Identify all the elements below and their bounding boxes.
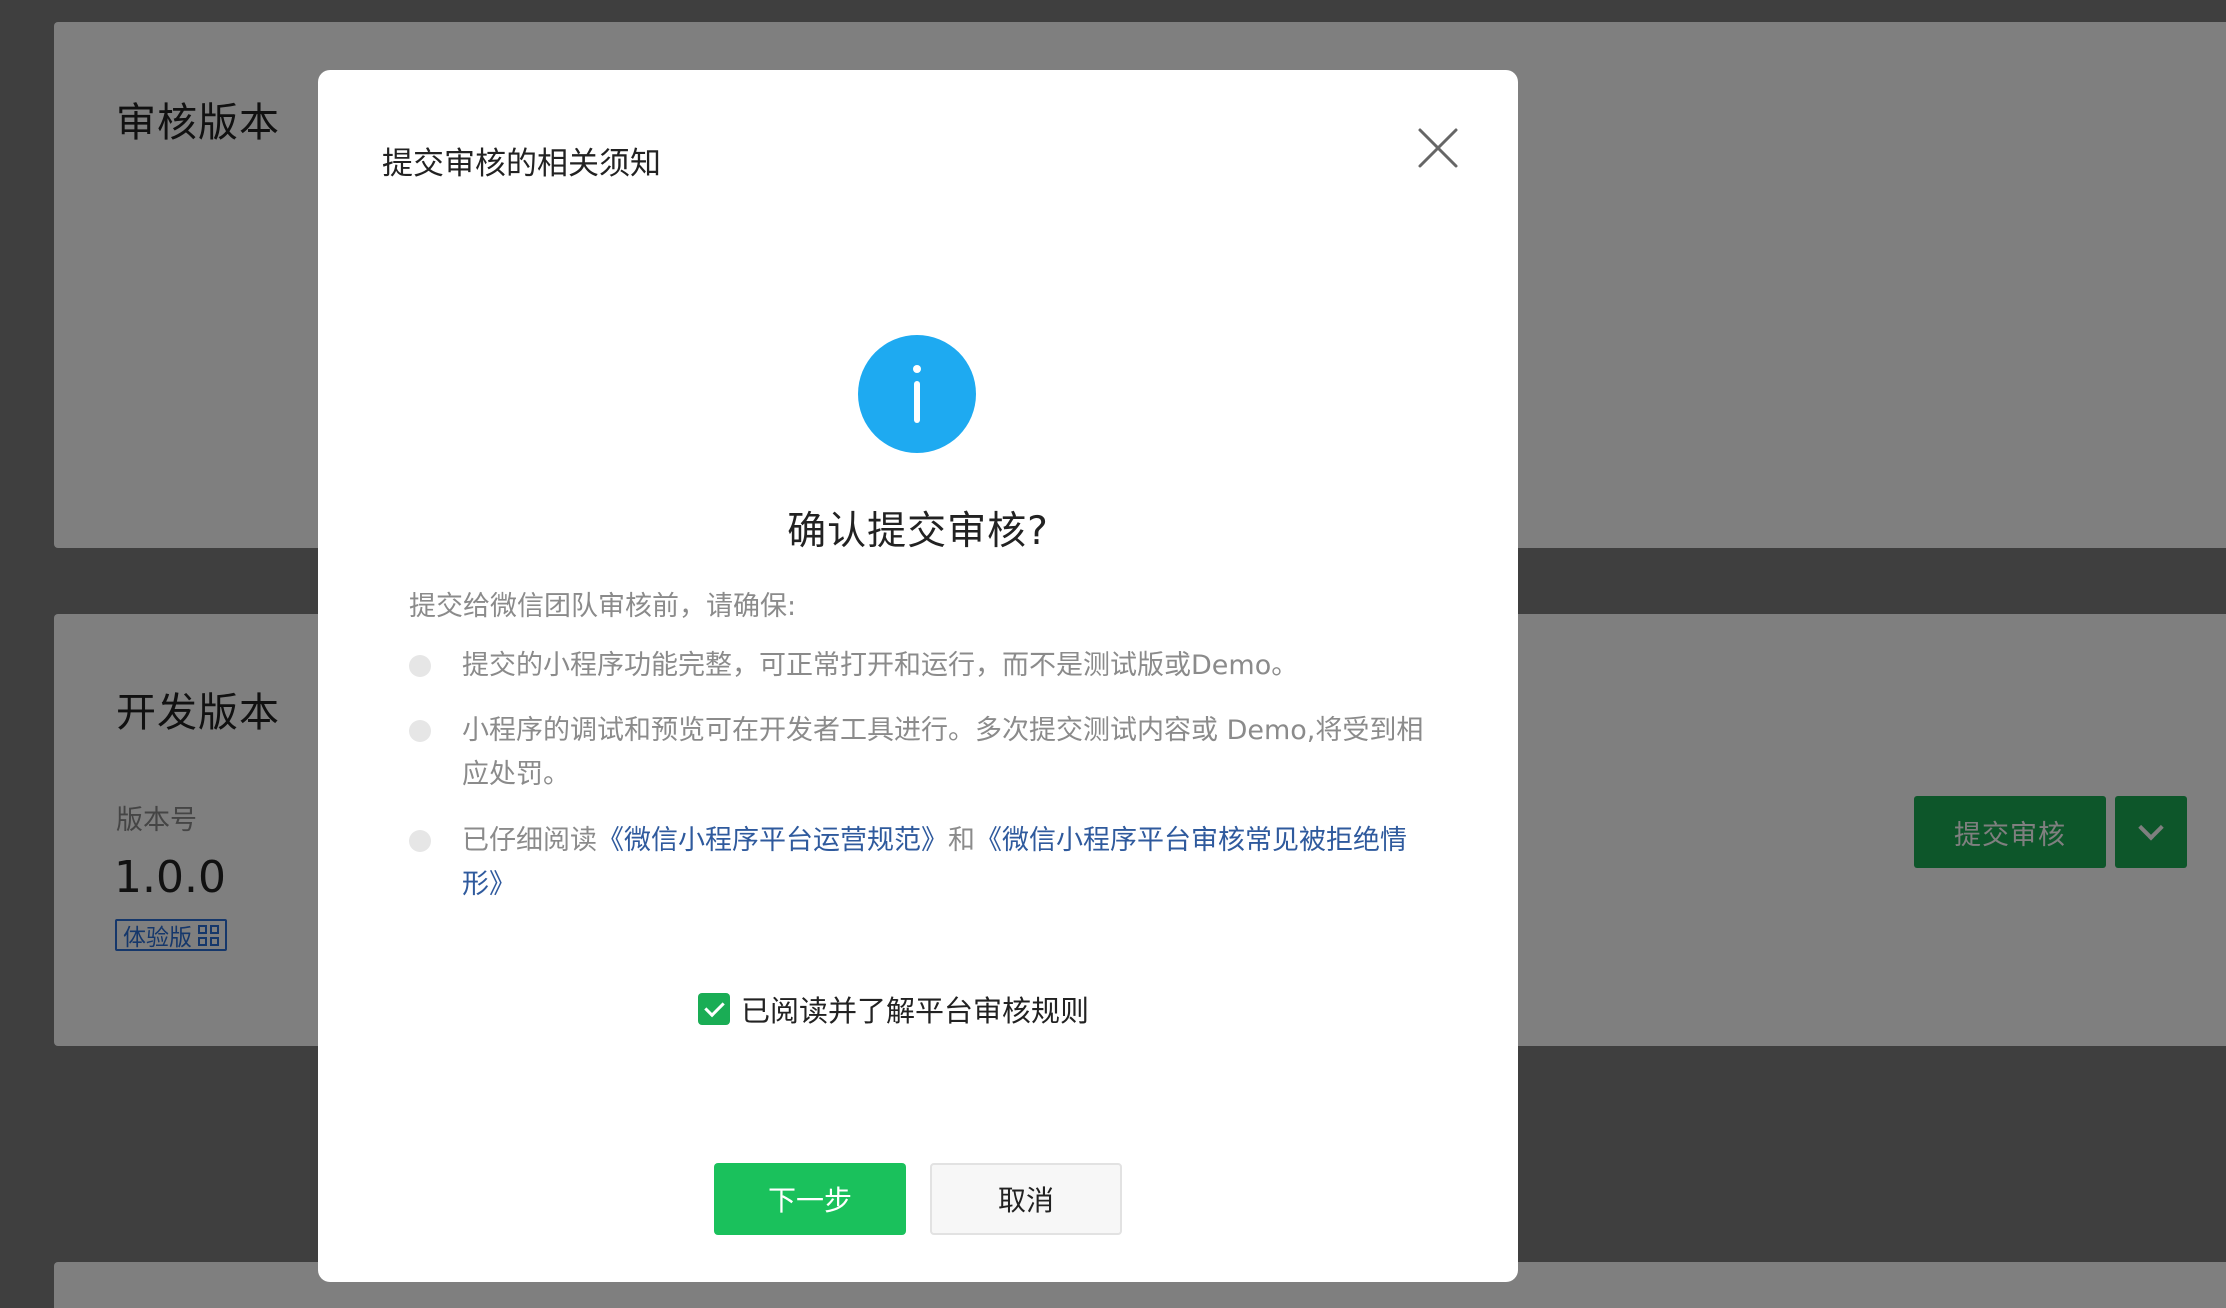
checkmark-icon (704, 996, 725, 1018)
confirm-heading: 确认提交审核? (787, 509, 1049, 554)
next-step-button[interactable]: 下一步 (714, 1163, 906, 1235)
list-item: 已仔细阅读《微信小程序平台运营规范》和《微信小程序平台审核常见被拒绝情形》 (409, 819, 1439, 907)
agree-checkbox[interactable] (698, 993, 730, 1025)
and-joiner: 和 (948, 825, 975, 856)
modal-title: 提交审核的相关须知 (382, 146, 661, 182)
list-item-text: 提交的小程序功能完整，可正常打开和运行，而不是测试版或Demo。 (462, 650, 1299, 681)
list-item: 小程序的调试和预览可在开发者工具进行。多次提交测试内容或 Demo,将受到相应处… (409, 709, 1439, 797)
close-icon (1418, 128, 1458, 168)
list-item-text: 已仔细阅读《微信小程序平台运营规范》和《微信小程序平台审核常见被拒绝情形》 (462, 819, 1439, 907)
intro-text: 提交给微信团队审核前，请确保: (409, 591, 797, 622)
agree-rules-row[interactable]: 已阅读并了解平台审核规则 (698, 988, 1089, 1030)
close-button[interactable] (1410, 120, 1466, 176)
cancel-button[interactable]: 取消 (930, 1163, 1122, 1235)
read-prefix: 已仔细阅读 (462, 825, 597, 856)
submit-review-modal: 提交审核的相关须知 确认提交审核? 提交给微信团队审核前，请确保: 提交的小程序… (318, 70, 1518, 1282)
bullet-dot-icon (409, 720, 431, 742)
bullet-dot-icon (409, 830, 431, 852)
agree-label[interactable]: 已阅读并了解平台审核规则 (741, 988, 1089, 1030)
list-item: 提交的小程序功能完整，可正常打开和运行，而不是测试版或Demo。 (409, 644, 1439, 688)
bullet-dot-icon (409, 655, 431, 677)
operation-rules-link[interactable]: 《微信小程序平台运营规范》 (597, 825, 948, 856)
list-item-text: 小程序的调试和预览可在开发者工具进行。多次提交测试内容或 Demo,将受到相应处… (462, 715, 1424, 790)
info-icon (858, 335, 976, 453)
